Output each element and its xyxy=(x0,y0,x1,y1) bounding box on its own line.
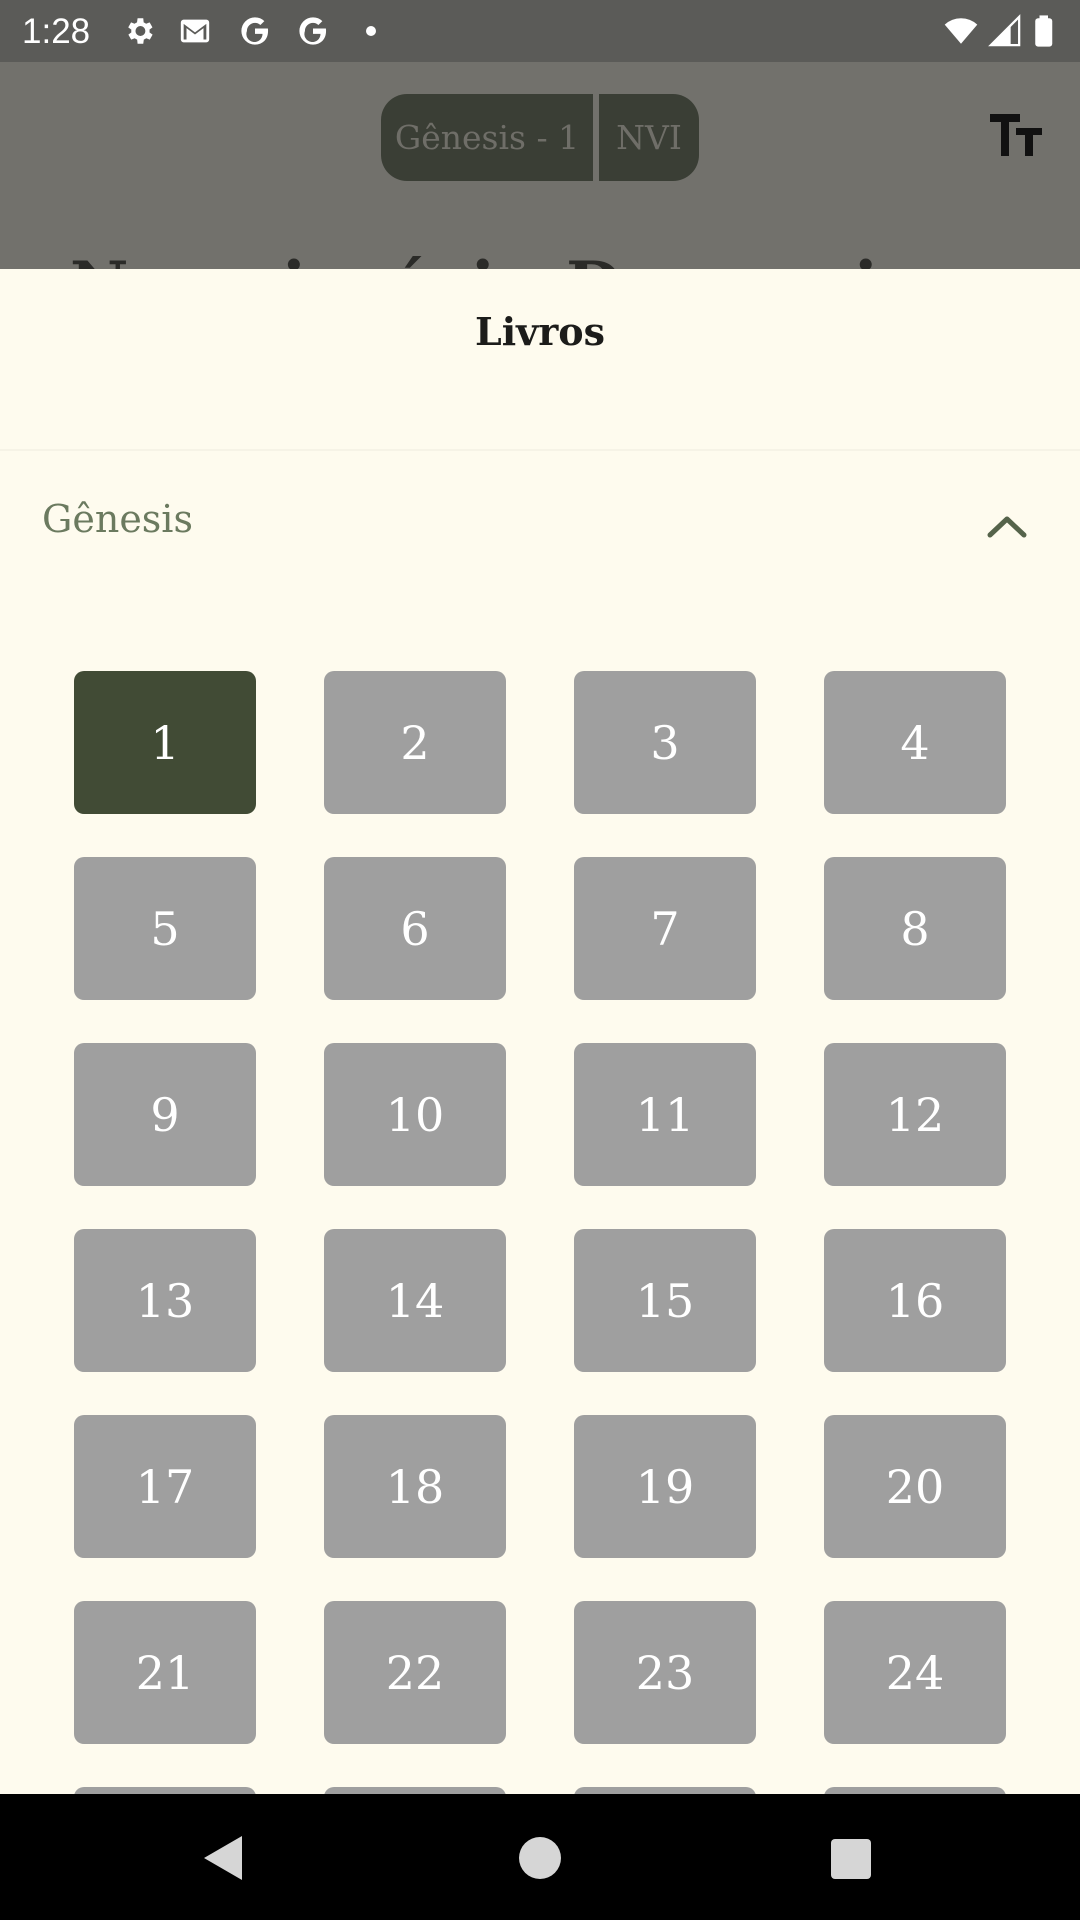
chapter-button-16[interactable]: 16 xyxy=(824,1229,1006,1372)
chapter-button-12[interactable]: 12 xyxy=(824,1043,1006,1186)
home-icon[interactable] xyxy=(519,1837,561,1879)
chapter-button-21[interactable]: 21 xyxy=(74,1601,256,1744)
google-icon xyxy=(241,17,269,45)
battery-icon xyxy=(1035,15,1053,47)
chapter-button-23[interactable]: 23 xyxy=(574,1601,756,1744)
chapter-button-13[interactable]: 13 xyxy=(74,1229,256,1372)
chapter-button-6[interactable]: 6 xyxy=(324,857,506,1000)
gear-icon xyxy=(128,18,153,44)
chapter-button-17[interactable]: 17 xyxy=(74,1415,256,1558)
book-chapter-chip[interactable]: Gênesis - 1 xyxy=(381,94,593,181)
chapter-button-18[interactable]: 18 xyxy=(324,1415,506,1558)
gmail-icon xyxy=(180,19,210,43)
chapter-button-3[interactable]: 3 xyxy=(574,671,756,814)
chapter-button-19[interactable]: 19 xyxy=(574,1415,756,1558)
chapter-button-26[interactable]: 26 xyxy=(324,1787,506,1794)
chapter-grid: 1234567891011121314151617181920212223242… xyxy=(0,269,1080,1794)
chapter-button-28[interactable]: 28 xyxy=(824,1787,1006,1794)
back-icon[interactable] xyxy=(202,1834,246,1882)
chapter-button-1[interactable]: 1 xyxy=(74,671,256,814)
chapter-button-4[interactable]: 4 xyxy=(824,671,1006,814)
background-verse-text: No princípio Deus criou os céus e a terr… xyxy=(70,248,1080,269)
status-bar: 1:28 xyxy=(0,0,1080,62)
chapter-button-9[interactable]: 9 xyxy=(74,1043,256,1186)
app-bar: Gênesis - 1 NVI No princípio Deus criou … xyxy=(0,62,1080,269)
text-size-icon[interactable] xyxy=(986,110,1046,160)
signal-icon xyxy=(988,14,1021,47)
google-icon xyxy=(299,17,327,45)
books-bottom-sheet: Livros Gênesis 1 2 3 4 5 6 7 8 9 10 11 12 13 14 15 16 17… xyxy=(0,269,1080,1794)
chapter-button-11[interactable]: 11 xyxy=(574,1043,756,1186)
chapter-button-2[interactable]: 2 xyxy=(324,671,506,814)
chapter-button-14[interactable]: 14 xyxy=(324,1229,506,1372)
chapter-button-20[interactable]: 20 xyxy=(824,1415,1006,1558)
chapter-button-7[interactable]: 7 xyxy=(574,857,756,1000)
chapter-button-25[interactable]: 25 xyxy=(74,1787,256,1794)
chapter-button-5[interactable]: 5 xyxy=(74,857,256,1000)
chapter-button-22[interactable]: 22 xyxy=(324,1601,506,1744)
chapter-button-24[interactable]: 24 xyxy=(824,1601,1006,1744)
status-time: 1:28 xyxy=(22,12,91,51)
chapter-button-10[interactable]: 10 xyxy=(324,1043,506,1186)
bible-version-chip[interactable]: NVI xyxy=(599,94,699,181)
recents-icon[interactable] xyxy=(831,1839,871,1879)
chapter-button-27[interactable]: 27 xyxy=(574,1787,756,1794)
navigation-bar xyxy=(0,1794,1080,1920)
chapter-button-15[interactable]: 15 xyxy=(574,1229,756,1372)
dot-icon xyxy=(366,26,376,36)
chapter-button-8[interactable]: 8 xyxy=(824,857,1006,1000)
wifi-icon xyxy=(944,18,978,44)
